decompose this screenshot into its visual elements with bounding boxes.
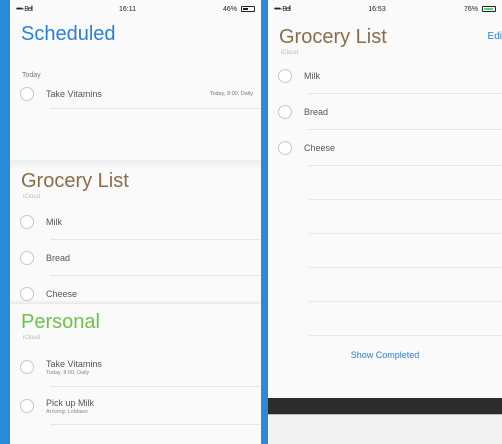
empty-row[interactable] (268, 200, 502, 234)
reminder-label: Take Vitamins Today, 8:00, Daily (46, 358, 102, 376)
grocery-list-screen: ••••◦ Bell 16:53 76% Grocery List iCloud… (268, 0, 502, 444)
reminder-label: Bread (304, 107, 329, 117)
checkbox-circle-icon[interactable] (278, 105, 292, 119)
carrier-signal: ••••◦ Bell (16, 5, 33, 13)
list-item[interactable]: Take Vitamins Today, 8:00, Daily (10, 347, 261, 387)
battery-indicator: 46% (223, 6, 255, 13)
keyboard-area (268, 398, 502, 444)
reminder-label: Bread (46, 253, 71, 263)
reminder-label: Pick up Milk Arriving: Loblaws (46, 397, 95, 415)
reminder-due: Today, 8:00, Daily (209, 91, 253, 97)
reminder-location: Arriving: Loblaws (46, 408, 88, 415)
checkbox-circle-icon[interactable] (20, 399, 34, 413)
personal-list-card[interactable]: Personal iCloud Take Vitamins Today, 8:0… (10, 304, 261, 444)
reminders-overview-screen: ••••◦ Bell 16:11 46% Scheduled Today Tak… (10, 0, 261, 444)
list-item[interactable]: Pick up Milk Arriving: Loblaws (10, 387, 261, 425)
empty-row[interactable] (268, 166, 502, 200)
empty-row[interactable] (268, 302, 502, 336)
list-item[interactable]: Cheese (268, 130, 502, 166)
list-divider (10, 160, 261, 168)
status-time: 16:11 (118, 5, 136, 13)
list-item[interactable]: Milk (268, 58, 502, 94)
page-title: Grocery List (279, 26, 387, 48)
list-item[interactable]: Bread (268, 94, 502, 130)
personal-list-title[interactable]: Personal (10, 311, 261, 334)
show-completed-button[interactable]: Show Completed (268, 350, 502, 360)
list-account: iCloud (281, 50, 299, 56)
checkbox-circle-icon[interactable] (278, 141, 292, 155)
list-item[interactable]: Milk (10, 204, 261, 240)
checkbox-circle-icon[interactable] (278, 69, 292, 83)
battery-icon (241, 5, 255, 12)
edit-button[interactable]: Edi (488, 31, 502, 42)
reminder-label: Take Vitamins (46, 89, 102, 99)
battery-indicator: 76% (464, 6, 496, 13)
grocery-list-card[interactable]: Grocery List iCloud Milk Bread Cheese (10, 170, 261, 312)
reminder-label: Milk (304, 71, 320, 81)
grocery-list-title[interactable]: Grocery List (10, 170, 261, 193)
grocery-account: iCloud (23, 194, 41, 200)
battery-icon (482, 5, 496, 12)
section-today: Today (22, 72, 41, 79)
reminder-label: Cheese (304, 143, 336, 153)
scheduled-title[interactable]: Scheduled (10, 23, 261, 46)
empty-row[interactable] (268, 268, 502, 302)
list-item[interactable]: Bread (10, 240, 261, 276)
checkbox-circle-icon[interactable] (20, 251, 34, 265)
reminder-label: Cheese (46, 289, 78, 299)
reminder-due: Today, 8:00, Daily (46, 369, 90, 376)
status-bar: ••••◦ Bell 16:11 46% (10, 0, 261, 18)
status-time: 16:53 (368, 5, 386, 13)
empty-row[interactable] (268, 234, 502, 268)
checkbox-circle-icon[interactable] (20, 215, 34, 229)
scheduled-list[interactable]: Scheduled Today Take Vitamins Today, 8:0… (10, 23, 261, 109)
personal-account: iCloud (23, 335, 41, 341)
checkbox-circle-icon[interactable] (20, 287, 34, 301)
carrier-signal: ••••◦ Bell (274, 5, 291, 13)
keyboard-panel[interactable] (268, 414, 502, 444)
list-item[interactable]: Take Vitamins Today, 8:00, Daily (10, 79, 261, 109)
reminder-label: Milk (46, 217, 62, 227)
status-bar: ••••◦ Bell 16:53 76% (268, 0, 502, 18)
checkbox-circle-icon[interactable] (20, 87, 34, 101)
checkbox-circle-icon[interactable] (20, 360, 34, 374)
